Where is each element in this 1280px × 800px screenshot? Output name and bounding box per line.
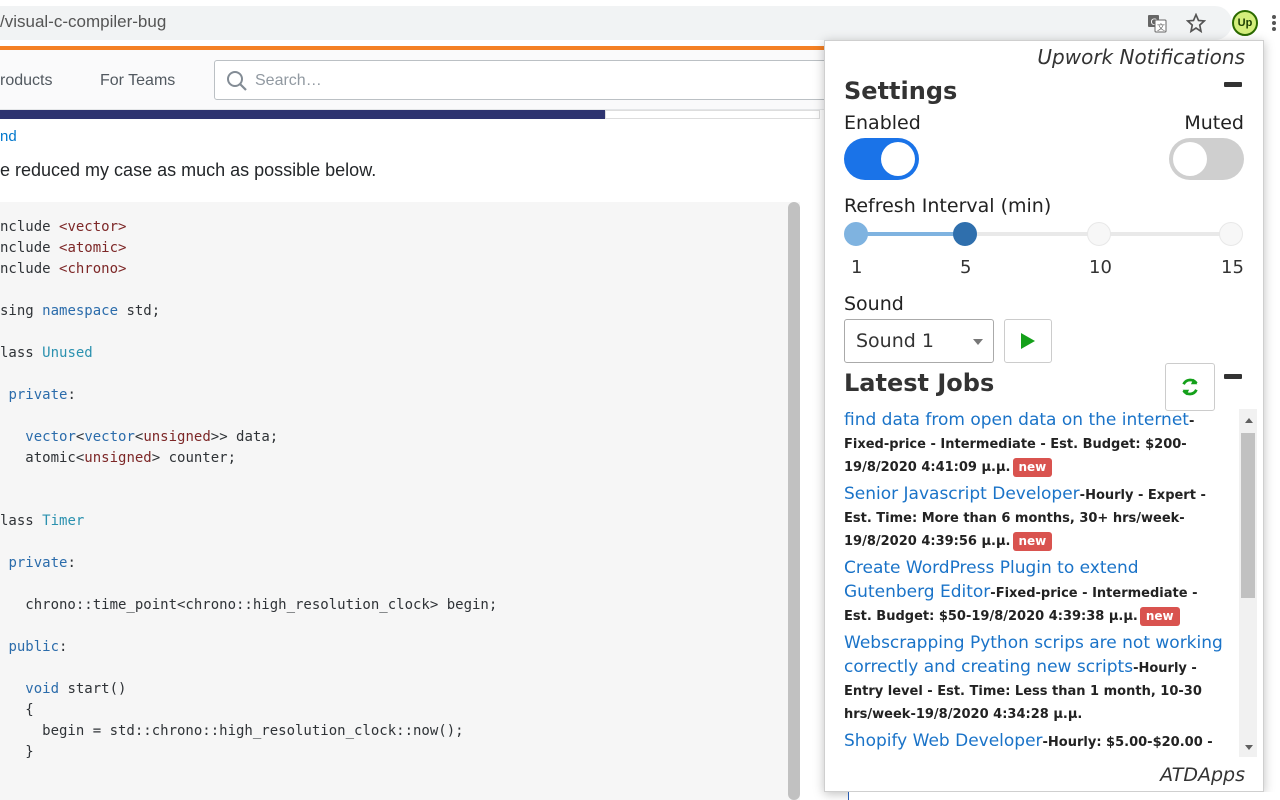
job-title-link[interactable]: Senior Javascript Developer bbox=[844, 484, 1080, 504]
list-item: Senior Javascript Developer-Hourly - Exp… bbox=[844, 483, 1228, 553]
popup-footer: ATDApps bbox=[1160, 764, 1245, 786]
nav-for-teams[interactable]: For Teams bbox=[100, 72, 175, 90]
new-badge: new bbox=[1139, 607, 1180, 626]
slider-stop-1[interactable] bbox=[844, 222, 868, 246]
refresh-jobs-button[interactable] bbox=[1165, 363, 1215, 411]
search-placeholder: Search… bbox=[255, 72, 322, 89]
list-item: Webscrapping Python scrips are not worki… bbox=[844, 632, 1228, 726]
jobs-collapse-button[interactable] bbox=[1224, 374, 1242, 379]
list-item: Shopify Web Developer-Hourly: $5.00-$20.… bbox=[844, 730, 1228, 757]
so-banner-strip-rest bbox=[605, 110, 820, 119]
refresh-interval-label: Refresh Interval (min) bbox=[844, 195, 1052, 217]
so-question-text: e reduced my case as much as possible be… bbox=[0, 160, 377, 180]
scroll-up-icon[interactable] bbox=[1244, 416, 1254, 424]
code-line: nclude <chrono> bbox=[0, 261, 127, 277]
upwork-extension-icon[interactable]: Up bbox=[1232, 10, 1258, 36]
popup-title: Upwork Notifications bbox=[1037, 45, 1245, 69]
slider-stop-5[interactable] bbox=[953, 222, 977, 246]
url-text[interactable]: /visual-c-compiler-bug bbox=[0, 12, 166, 32]
muted-toggle[interactable] bbox=[1169, 138, 1244, 180]
code-line: vector<vector<unsigned>> data; bbox=[25, 429, 279, 445]
job-title-link[interactable]: Shopify Web Developer bbox=[844, 731, 1043, 751]
code-line: begin = std::chrono::high_resolution_clo… bbox=[0, 723, 464, 739]
star-icon[interactable] bbox=[1183, 10, 1209, 36]
nav-products[interactable]: roducts bbox=[0, 72, 52, 90]
slider-stop-15[interactable] bbox=[1219, 222, 1243, 246]
so-banner-strip bbox=[0, 110, 605, 119]
svg-text:文: 文 bbox=[1157, 22, 1165, 32]
new-badge: new bbox=[1012, 532, 1053, 551]
code-line: sing namespace std; bbox=[0, 303, 161, 319]
latest-jobs-heading: Latest Jobs bbox=[844, 369, 995, 397]
settings-collapse-button[interactable] bbox=[1224, 82, 1242, 87]
code-line: } bbox=[0, 744, 34, 760]
so-fragment-link[interactable]: nd bbox=[0, 128, 17, 145]
play-icon bbox=[1021, 333, 1035, 349]
list-item: Create WordPress Plugin to extend Gutenb… bbox=[844, 557, 1228, 628]
address-bar[interactable] bbox=[0, 6, 1232, 40]
muted-label: Muted bbox=[1184, 112, 1244, 134]
new-badge: new bbox=[1012, 458, 1053, 477]
jobs-scrollbar-thumb[interactable] bbox=[1241, 433, 1255, 598]
code-line: void start() bbox=[25, 681, 127, 697]
refresh-slider-fill bbox=[856, 232, 965, 236]
code-line: nclude <vector> bbox=[0, 219, 127, 235]
sound-select-value: Sound 1 bbox=[856, 330, 934, 352]
code-line: { bbox=[0, 702, 34, 718]
code-line: private: bbox=[8, 555, 76, 571]
jobs-list: find data from open data on the internet… bbox=[844, 409, 1228, 757]
job-title-link[interactable]: find data from open data on the internet bbox=[844, 410, 1189, 430]
code-line: public: bbox=[8, 639, 68, 655]
translate-icon[interactable]: G文 bbox=[1144, 10, 1170, 36]
toggle-knob bbox=[1173, 142, 1207, 176]
code-line: lass Unused bbox=[0, 345, 93, 361]
slider-tick-label: 5 bbox=[960, 257, 972, 278]
code-line: private: bbox=[8, 387, 76, 403]
code-line: nclude <atomic> bbox=[0, 240, 127, 256]
slider-stop-10[interactable] bbox=[1087, 222, 1111, 246]
code-block: nclude <vector> nclude <atomic> nclude <ch… bbox=[0, 202, 800, 800]
slider-tick-label: 10 bbox=[1089, 257, 1112, 278]
extension-badge-text: Up bbox=[1232, 10, 1258, 36]
code-scrollbar[interactable] bbox=[788, 202, 800, 800]
upwork-popup: Upwork Notifications Settings Enabled Mu… bbox=[824, 40, 1264, 792]
play-sound-button[interactable] bbox=[1004, 319, 1052, 363]
search-icon bbox=[227, 71, 247, 91]
toggle-knob bbox=[881, 142, 915, 176]
slider-tick-label: 1 bbox=[851, 257, 863, 278]
enabled-toggle[interactable] bbox=[844, 138, 919, 180]
chevron-down-icon bbox=[973, 339, 983, 345]
sound-label: Sound bbox=[844, 293, 904, 315]
enabled-label: Enabled bbox=[844, 112, 921, 134]
kebab-menu-icon[interactable] bbox=[1268, 10, 1280, 36]
code-line: chrono::time_point<chrono::high_resoluti… bbox=[0, 597, 498, 613]
refresh-icon bbox=[1182, 378, 1198, 396]
sound-select[interactable]: Sound 1 bbox=[844, 319, 994, 363]
so-search-input[interactable]: Search… bbox=[214, 60, 854, 100]
code-line: atomic<unsigned> counter; bbox=[0, 450, 237, 466]
page-behind-strip bbox=[848, 792, 1280, 800]
settings-heading: Settings bbox=[844, 77, 958, 105]
scroll-down-icon[interactable] bbox=[1244, 744, 1254, 752]
list-item: find data from open data on the internet… bbox=[844, 409, 1228, 479]
slider-tick-label: 15 bbox=[1221, 257, 1244, 278]
code-line: lass Timer bbox=[0, 513, 85, 529]
